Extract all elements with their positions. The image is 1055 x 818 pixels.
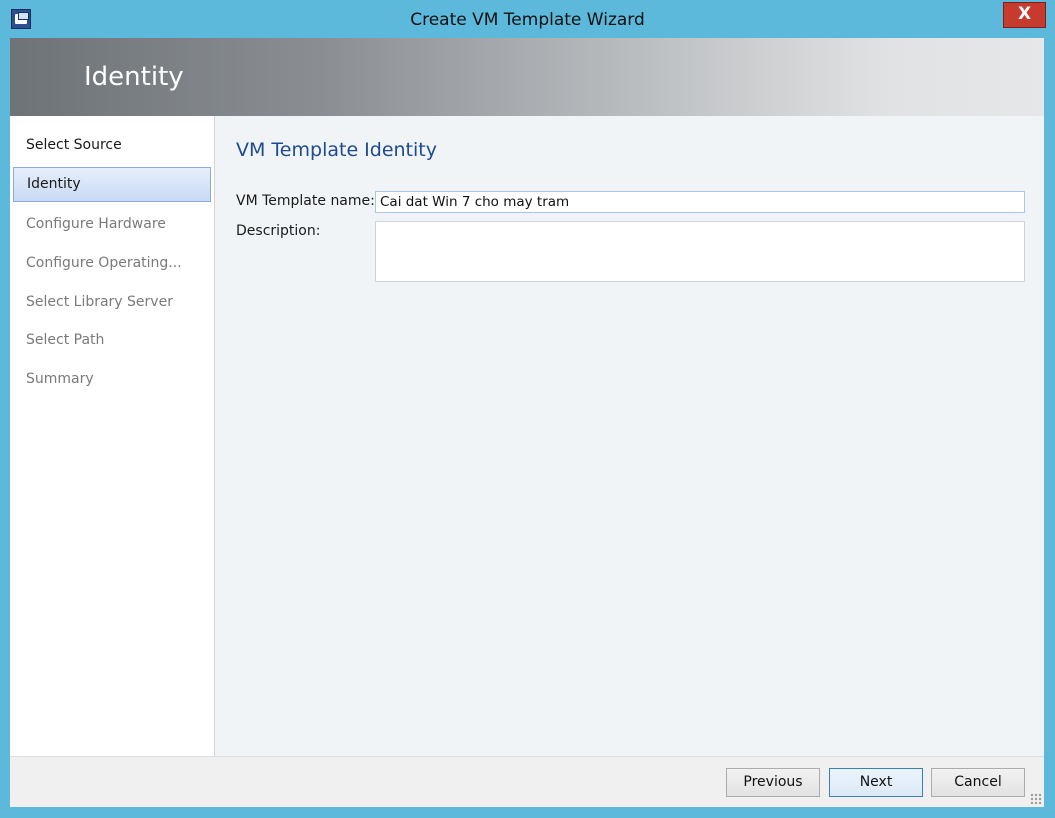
wizard-window: Create VM Template Wizard X Identity Sel… [0,0,1055,818]
page-banner: Identity [10,38,1044,116]
previous-button[interactable]: Previous [726,768,820,797]
wizard-client-area: Identity Select Source Identity Configur… [10,38,1044,807]
section-title: VM Template Identity [236,139,437,161]
close-button[interactable]: X [1003,2,1046,28]
template-name-input[interactable] [375,191,1025,213]
main-content: VM Template Identity VM Template name: D… [216,116,1044,756]
description-textarea[interactable] [375,221,1025,282]
window-title: Create VM Template Wizard [410,10,645,30]
template-name-label: VM Template name: [236,193,375,209]
title-bar[interactable]: Create VM Template Wizard X [0,0,1055,38]
step-configure-hardware: Configure Hardware [26,216,166,232]
resize-grip-icon[interactable] [1030,793,1042,805]
wizard-footer: Previous Next Cancel [10,756,1044,807]
next-button[interactable]: Next [829,768,923,797]
page-title: Identity [84,62,184,92]
step-select-source[interactable]: Select Source [13,128,211,163]
cancel-button[interactable]: Cancel [931,768,1025,797]
step-summary: Summary [26,371,94,387]
description-label: Description: [236,223,321,239]
step-select-library-server: Select Library Server [26,294,173,310]
step-select-path: Select Path [26,332,105,348]
step-identity[interactable]: Identity [13,167,211,202]
step-configure-operating-system: Configure Operating... [26,255,182,271]
wizard-steps-nav: Select Source Identity Configure Hardwar… [10,116,215,756]
